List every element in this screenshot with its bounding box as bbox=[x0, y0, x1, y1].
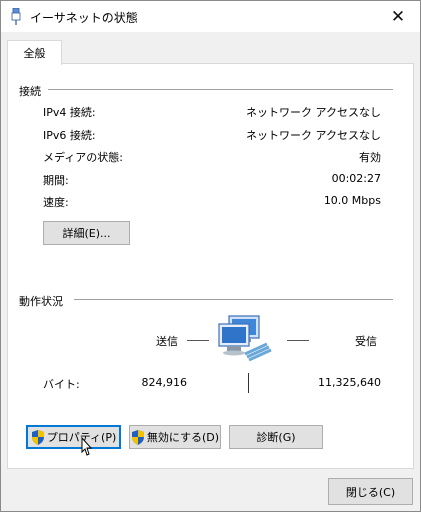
close-button[interactable]: 閉じる(C) bbox=[328, 478, 413, 505]
uac-shield-icon bbox=[131, 429, 144, 445]
media-state-value: 有効 bbox=[359, 151, 381, 164]
sent-dash bbox=[187, 340, 209, 341]
tab-general-label: 全般 bbox=[23, 47, 46, 60]
media-state-label: メディアの状態: bbox=[43, 151, 123, 164]
received-label: 受信 bbox=[355, 335, 377, 348]
ethernet-connector-icon bbox=[11, 8, 21, 25]
uac-shield-icon bbox=[31, 429, 44, 445]
ipv4-label: IPv4 接続: bbox=[43, 106, 96, 119]
general-panel bbox=[7, 63, 414, 469]
sent-label: 送信 bbox=[156, 335, 178, 348]
ipv4-value: ネットワーク アクセスなし bbox=[246, 106, 381, 119]
bytes-label: バイト: bbox=[43, 378, 80, 391]
details-button[interactable]: 詳細(E)... bbox=[43, 221, 130, 245]
close-button-label: 閉じる(C) bbox=[345, 485, 396, 499]
details-button-label: 詳細(E)... bbox=[62, 227, 111, 240]
bytes-sent-value: 824,916 bbox=[141, 376, 188, 389]
disable-button[interactable]: 無効にする(D) bbox=[129, 425, 221, 449]
status-window: イーサネットの状態 ✕ 全般 接続 IPv4 接続: ネットワーク アクセスなし… bbox=[0, 0, 421, 512]
close-window-button[interactable]: ✕ bbox=[376, 1, 420, 32]
ipv6-label: IPv6 接続: bbox=[43, 129, 96, 142]
duration-label: 期間: bbox=[43, 174, 69, 187]
title-bar[interactable]: イーサネットの状態 ✕ bbox=[1, 1, 420, 32]
connection-header: 接続 bbox=[19, 85, 41, 98]
diagnose-button[interactable]: 診断(G) bbox=[229, 425, 323, 449]
mouse-pointer-icon bbox=[81, 437, 93, 456]
diagnose-button-label: 診断(G) bbox=[256, 431, 296, 444]
speed-label: 速度: bbox=[43, 196, 69, 209]
tab-general[interactable]: 全般 bbox=[7, 40, 62, 65]
duration-value: 00:02:27 bbox=[331, 172, 381, 185]
connection-divider bbox=[48, 89, 393, 90]
received-dash bbox=[287, 340, 309, 341]
disable-button-label: 無効にする(D) bbox=[146, 431, 220, 444]
bytes-divider bbox=[248, 373, 249, 393]
properties-button[interactable]: プロパティ(P) bbox=[26, 425, 121, 449]
network-computers-icon bbox=[218, 315, 272, 362]
activity-divider bbox=[74, 299, 393, 300]
bytes-received-value: 11,325,640 bbox=[318, 376, 381, 389]
close-icon: ✕ bbox=[390, 6, 406, 27]
ipv6-value: ネットワーク アクセスなし bbox=[246, 129, 381, 142]
window-title: イーサネットの状態 bbox=[30, 11, 138, 25]
speed-value: 10.0 Mbps bbox=[323, 194, 381, 207]
activity-header: 動作状況 bbox=[19, 295, 63, 308]
